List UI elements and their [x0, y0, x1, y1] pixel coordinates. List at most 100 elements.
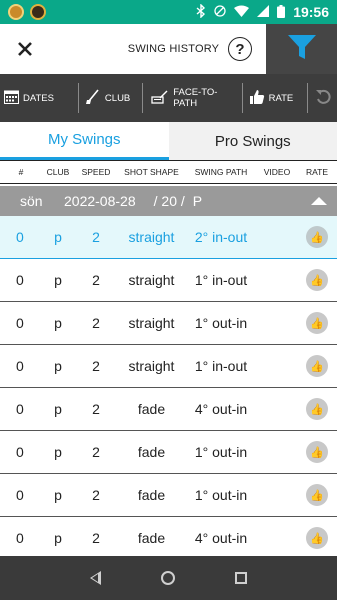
- row-rate[interactable]: 👍: [297, 398, 337, 420]
- row-shot-shape: straight: [128, 315, 175, 331]
- thumbs-up-icon[interactable]: 👍: [306, 269, 328, 291]
- row-speed: 2: [92, 315, 100, 331]
- table-row[interactable]: 0 p 2 fade 1° out-in 👍: [0, 474, 337, 517]
- funnel-icon: [287, 32, 317, 67]
- session-group-header[interactable]: sön 2022-08-28 / 20 / P: [0, 186, 337, 216]
- row-shot-shape: fade: [137, 401, 166, 417]
- signal-off-icon: [214, 5, 226, 19]
- collapse-caret-icon[interactable]: [311, 197, 327, 205]
- help-button[interactable]: ?: [228, 37, 252, 61]
- column-header-swing-path: SWING PATH: [194, 167, 248, 177]
- row-number: 0: [16, 315, 24, 331]
- app-header: SWING HISTORY ?: [0, 24, 337, 74]
- row-shot-shape: fade: [137, 487, 166, 503]
- row-club: p: [54, 487, 62, 503]
- cellular-icon: [257, 5, 270, 19]
- notification-app-icon-2: [30, 4, 46, 20]
- column-header-number: #: [18, 167, 24, 177]
- session-day: sön: [20, 193, 43, 209]
- column-header-rate: RATE: [305, 167, 329, 177]
- row-rate[interactable]: 👍: [297, 355, 337, 377]
- row-club: p: [54, 530, 62, 546]
- thumbs-up-icon[interactable]: 👍: [306, 441, 328, 463]
- row-swing-path: 1° out-in: [194, 444, 248, 460]
- home-nav-icon[interactable]: [161, 571, 175, 585]
- session-club: P: [192, 193, 203, 209]
- club-filter-label: CLUB: [104, 92, 131, 104]
- table-header: # CLUB SPEED SHOT SHAPE SWING PATH VIDEO…: [0, 160, 337, 184]
- thumbs-up-icon[interactable]: 👍: [306, 527, 328, 549]
- table-row[interactable]: 0 p 2 straight 1° in-out 👍: [0, 259, 337, 302]
- row-number: 0: [16, 272, 24, 288]
- row-shot-shape: straight: [128, 358, 175, 374]
- table-row[interactable]: 0 p 2 straight 2° in-out 👍: [0, 216, 337, 259]
- row-club: p: [54, 358, 62, 374]
- swing-list: 0 p 2 straight 2° in-out 👍 0 p 2 straigh…: [0, 216, 337, 560]
- thumbs-up-icon[interactable]: 👍: [306, 312, 328, 334]
- table-row[interactable]: 0 p 2 straight 1° out-in 👍: [0, 302, 337, 345]
- back-nav-icon[interactable]: [90, 571, 101, 585]
- undo-icon: [315, 88, 331, 109]
- row-speed: 2: [92, 530, 100, 546]
- column-header-shot-shape: SHOT SHAPE: [124, 167, 179, 177]
- filter-button[interactable]: [266, 24, 337, 74]
- row-number: 0: [16, 444, 24, 460]
- tab-my-swings[interactable]: My Swings: [0, 122, 169, 160]
- status-bar: 19:56: [0, 0, 337, 24]
- close-icon: [18, 35, 32, 63]
- close-button[interactable]: [0, 24, 50, 74]
- dates-filter-button[interactable]: DATES: [0, 74, 58, 122]
- bluetooth-icon: [196, 3, 206, 20]
- row-number: 0: [16, 229, 24, 245]
- row-rate[interactable]: 👍: [297, 312, 337, 334]
- filter-toolbar: DATES CLUB FACE-TO-PATH RATE: [0, 74, 337, 122]
- row-club: p: [54, 229, 62, 245]
- row-speed: 2: [92, 444, 100, 460]
- notification-app-icon: [8, 4, 24, 20]
- row-shot-shape: fade: [137, 530, 166, 546]
- row-rate[interactable]: 👍: [297, 527, 337, 549]
- face-to-path-filter-button[interactable]: FACE-TO-PATH: [143, 74, 241, 122]
- row-rate[interactable]: 👍: [297, 484, 337, 506]
- row-swing-path: 4° out-in: [194, 530, 248, 546]
- column-header-speed: SPEED: [81, 167, 111, 177]
- battery-icon: [277, 4, 286, 20]
- row-rate[interactable]: 👍: [297, 269, 337, 291]
- row-speed: 2: [92, 272, 100, 288]
- tab-pro-swings[interactable]: Pro Swings: [168, 122, 337, 160]
- row-club: p: [54, 315, 62, 331]
- recents-nav-icon[interactable]: [235, 572, 247, 584]
- row-number: 0: [16, 358, 24, 374]
- row-rate[interactable]: 👍: [297, 226, 337, 248]
- thumbs-up-icon[interactable]: 👍: [306, 484, 328, 506]
- table-row[interactable]: 0 p 2 fade 4° out-in 👍: [0, 517, 337, 560]
- club-filter-button[interactable]: CLUB: [79, 74, 134, 122]
- column-header-club: CLUB: [46, 167, 70, 177]
- thumbs-up-icon[interactable]: 👍: [306, 398, 328, 420]
- undo-button[interactable]: [308, 74, 337, 122]
- status-clock: 19:56: [293, 4, 329, 20]
- row-shot-shape: straight: [128, 272, 175, 288]
- thumbs-up-icon: [249, 89, 265, 108]
- thumbs-up-icon[interactable]: 👍: [306, 226, 328, 248]
- calendar-icon: [4, 90, 19, 107]
- row-speed: 2: [92, 229, 100, 245]
- row-number: 0: [16, 487, 24, 503]
- golf-club-icon: [85, 88, 101, 108]
- table-row[interactable]: 0 p 2 fade 1° out-in 👍: [0, 431, 337, 474]
- row-rate[interactable]: 👍: [297, 441, 337, 463]
- swing-tabs: My Swings Pro Swings: [0, 122, 337, 160]
- row-speed: 2: [92, 358, 100, 374]
- row-swing-path: 1° in-out: [194, 358, 248, 374]
- row-swing-path: 1° in-out: [194, 272, 248, 288]
- row-number: 0: [16, 530, 24, 546]
- table-row[interactable]: 0 p 2 fade 4° out-in 👍: [0, 388, 337, 431]
- table-row[interactable]: 0 p 2 straight 1° in-out 👍: [0, 345, 337, 388]
- row-speed: 2: [92, 487, 100, 503]
- column-header-video: VIDEO: [263, 167, 291, 177]
- wifi-icon: [234, 5, 250, 19]
- rate-filter-button[interactable]: RATE: [243, 74, 298, 122]
- thumbs-up-icon[interactable]: 👍: [306, 355, 328, 377]
- face-to-path-filter-label: FACE-TO-PATH: [173, 87, 218, 109]
- session-count: / 20 /: [153, 193, 185, 209]
